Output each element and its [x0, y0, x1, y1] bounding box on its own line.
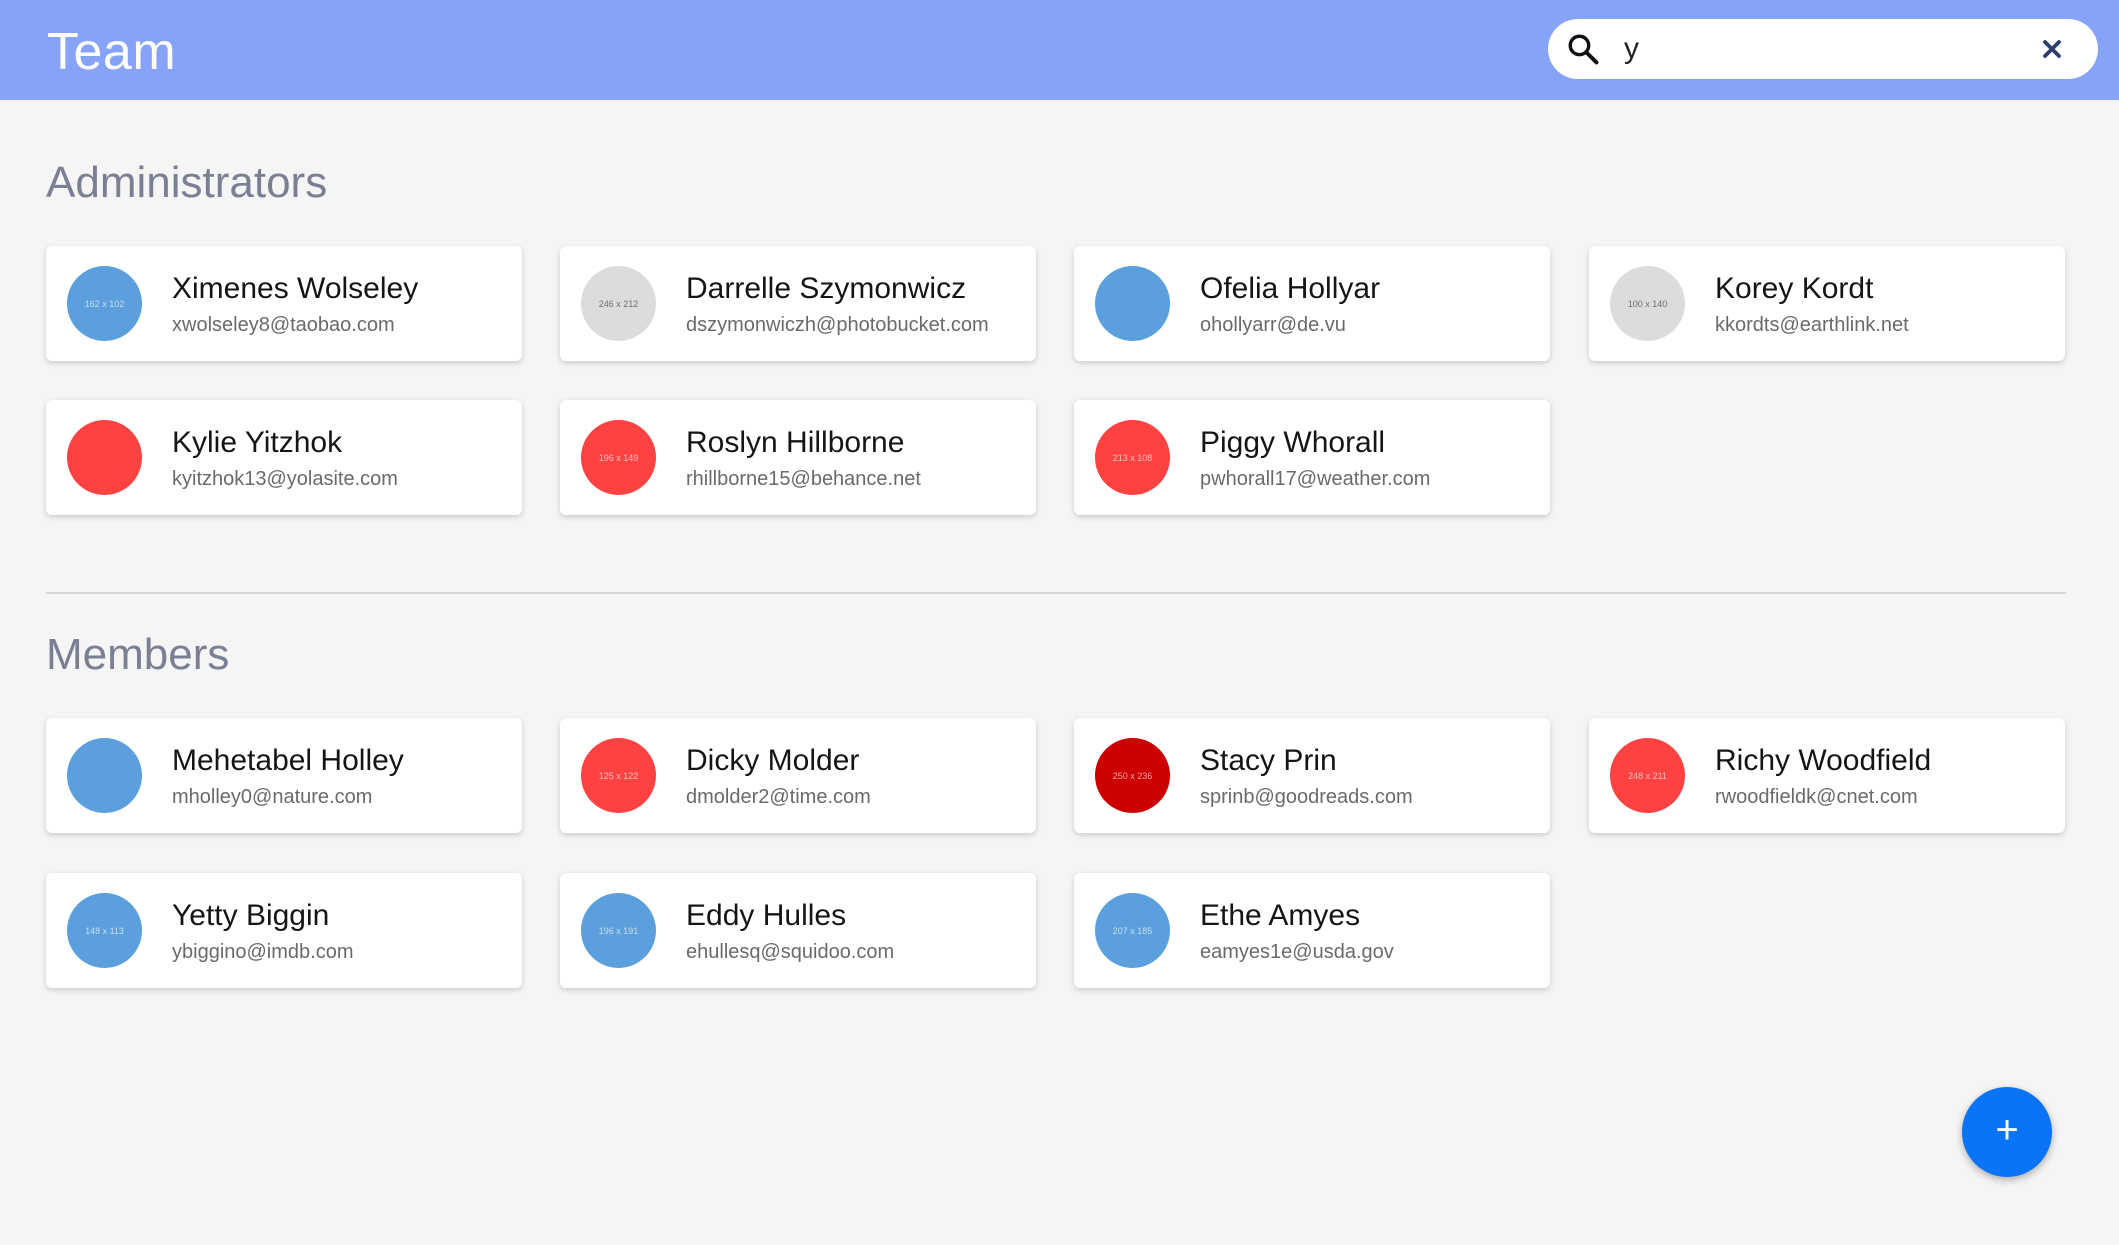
user-name: Eddy Hulles	[686, 899, 847, 932]
user-name: Ximenes Wolseley	[172, 272, 419, 305]
user-email: ohollyarr@de.vu	[1200, 314, 1346, 336]
user-name: Yetty Biggin	[172, 899, 330, 932]
avatar: 213 x 108	[1095, 420, 1170, 495]
user-email: kyitzhok13@yolasite.com	[172, 468, 398, 490]
user-name: Ethe Amyes	[1200, 899, 1361, 932]
avatar	[1095, 266, 1170, 341]
user-card[interactable]: 196 x 191 Eddy Hulles ehullesq@squidoo.com	[560, 873, 1036, 988]
app-header: Team	[0, 0, 2119, 100]
user-email: dmolder2@time.com	[686, 786, 871, 808]
close-icon[interactable]	[2038, 35, 2066, 63]
user-name: Richy Woodfield	[1715, 744, 1932, 777]
avatar: 125 x 122	[581, 738, 656, 813]
user-name: Korey Kordt	[1715, 272, 1874, 305]
user-email: xwolseley8@taobao.com	[172, 314, 395, 336]
user-name: Ofelia Hollyar	[1200, 272, 1381, 305]
user-name: Dicky Molder	[686, 744, 860, 777]
avatar: 248 x 211	[1610, 738, 1685, 813]
avatar: 250 x 236	[1095, 738, 1170, 813]
user-email: pwhorall17@weather.com	[1200, 468, 1431, 490]
page-title: Team	[47, 23, 177, 81]
avatar: 148 x 113	[67, 893, 142, 968]
user-email: ehullesq@squidoo.com	[686, 941, 895, 963]
avatar	[67, 738, 142, 813]
user-email: kkordts@earthlink.net	[1715, 314, 1909, 336]
avatar: 196 x 191	[581, 893, 656, 968]
avatar	[67, 420, 142, 495]
user-name: Piggy Whorall	[1200, 426, 1386, 459]
search-bar[interactable]	[1548, 19, 2098, 79]
add-icon: +	[1995, 1108, 2019, 1152]
user-card[interactable]: 148 x 113 Yetty Biggin ybiggino@imdb.com	[46, 873, 522, 988]
user-email: mholley0@nature.com	[172, 786, 373, 808]
user-card[interactable]: 250 x 236 Stacy Prin sprinb@goodreads.com	[1074, 718, 1550, 833]
user-email: rwoodfieldk@cnet.com	[1715, 786, 1918, 808]
avatar: 162 x 102	[67, 266, 142, 341]
user-name: Darrelle Szymonwicz	[686, 272, 967, 305]
user-name: Kylie Yitzhok	[172, 426, 343, 459]
user-name: Mehetabel Holley	[172, 744, 404, 777]
user-card[interactable]: Mehetabel Holley mholley0@nature.com	[46, 718, 522, 833]
section-divider	[46, 592, 2066, 594]
user-card[interactable]: Kylie Yitzhok kyitzhok13@yolasite.com	[46, 400, 522, 515]
user-email: rhillborne15@behance.net	[686, 468, 921, 490]
section-title-administrators: Administrators	[46, 158, 328, 207]
user-email: ybiggino@imdb.com	[172, 941, 354, 963]
search-input[interactable]	[1616, 27, 2014, 71]
user-card[interactable]: 246 x 212 Darrelle Szymonwicz dszymonwiczh…	[560, 246, 1036, 361]
user-card[interactable]: Ofelia Hollyar ohollyarr@de.vu	[1074, 246, 1550, 361]
avatar: 207 x 185	[1095, 893, 1170, 968]
add-member-button[interactable]: +	[1962, 1087, 2052, 1177]
user-card[interactable]: 196 x 149 Roslyn Hillborne rhillborne15@be…	[560, 400, 1036, 515]
user-email: sprinb@goodreads.com	[1200, 786, 1413, 808]
section-title-members: Members	[46, 630, 230, 679]
user-card[interactable]: 213 x 108 Piggy Whorall pwhorall17@weather…	[1074, 400, 1550, 515]
user-card[interactable]: 248 x 211 Richy Woodfield rwoodfieldk@cnet…	[1589, 718, 2065, 833]
user-email: dszymonwiczh@photobucket.com	[686, 314, 989, 336]
avatar: 100 x 140	[1610, 266, 1685, 341]
user-name: Stacy Prin	[1200, 744, 1337, 777]
user-card[interactable]: 162 x 102 Ximenes Wolseley xwolseley8@taob…	[46, 246, 522, 361]
search-icon	[1568, 34, 1599, 65]
avatar: 196 x 149	[581, 420, 656, 495]
avatar: 246 x 212	[581, 266, 656, 341]
user-name: Roslyn Hillborne	[686, 426, 905, 459]
user-card[interactable]: 100 x 140 Korey Kordt kkordts@earthlink.ne…	[1589, 246, 2065, 361]
user-email: eamyes1e@usda.gov	[1200, 941, 1394, 963]
user-card[interactable]: 207 x 185 Ethe Amyes eamyes1e@usda.gov	[1074, 873, 1550, 988]
user-card[interactable]: 125 x 122 Dicky Molder dmolder2@time.com	[560, 718, 1036, 833]
